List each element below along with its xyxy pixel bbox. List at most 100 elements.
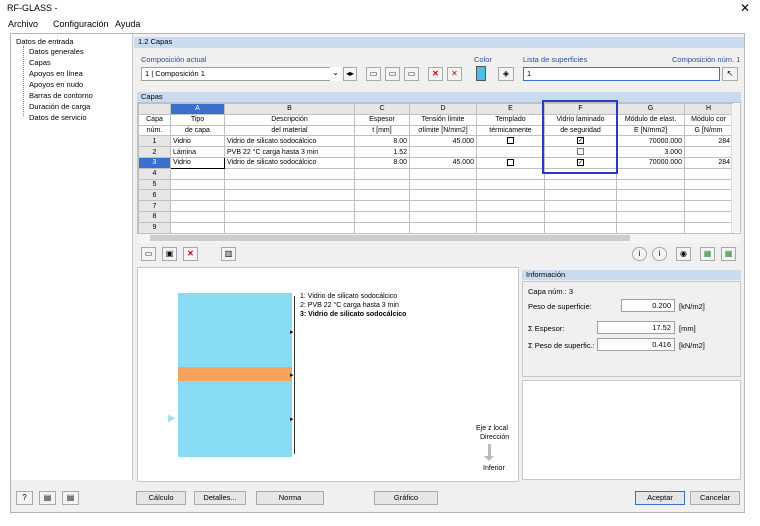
table-row[interactable]: 6 (138, 189, 733, 202)
cell-shear-modulus[interactable] (684, 210, 733, 223)
norm-button[interactable]: Norma (256, 491, 324, 505)
cell-thickness[interactable] (354, 167, 410, 180)
tempered-checkbox[interactable] (507, 137, 514, 145)
rename-composition-icon[interactable]: ▭ (404, 67, 419, 81)
cell-type[interactable]: Lámina (170, 146, 225, 158)
cell-description[interactable] (224, 178, 355, 191)
cell-tempered[interactable] (476, 167, 545, 180)
row-number[interactable]: 2 (138, 146, 171, 158)
row-number[interactable]: 5 (138, 178, 171, 191)
cell-elastic-modulus[interactable] (616, 221, 685, 233)
surface-list-input[interactable]: 1 (523, 67, 720, 81)
vertical-scrollbar[interactable] (731, 104, 740, 232)
cell-thickness[interactable] (354, 189, 410, 202)
cell-laminated[interactable] (544, 200, 617, 212)
tree-item-barras-contorno[interactable]: Barras de contorno (29, 91, 93, 100)
open-icon[interactable]: ▭ (141, 247, 156, 261)
cell-elastic-modulus[interactable] (616, 200, 685, 212)
tempered-checkbox[interactable] (507, 159, 514, 167)
cell-elastic-modulus[interactable]: 3.000 (616, 146, 685, 158)
cell-stress-limit[interactable]: 45.000 (409, 156, 477, 169)
row-number[interactable]: 4 (138, 167, 171, 180)
cell-stress-limit[interactable] (409, 167, 477, 180)
tree-item-duracion-carga[interactable]: Duración de carga (29, 102, 90, 111)
tree-item-apoyos-linea[interactable]: Apoyos en línea (29, 69, 83, 78)
menu-ayuda[interactable]: Ayuda (115, 19, 140, 29)
table-row[interactable]: 9 (138, 221, 733, 233)
cell-shear-modulus[interactable] (684, 178, 733, 191)
cell-laminated[interactable] (544, 178, 617, 191)
help-icon[interactable]: ? (16, 491, 33, 505)
cell-shear-modulus[interactable]: 284 (684, 156, 733, 169)
info-alt-icon[interactable]: i (652, 247, 667, 261)
cell-stress-limit[interactable] (409, 189, 477, 202)
cell-laminated[interactable] (544, 221, 617, 233)
prev-next-icon[interactable]: ◂▸ (343, 67, 357, 81)
select-surface-icon[interactable]: ↖ (722, 67, 738, 81)
calc-button[interactable]: Cálculo (136, 491, 186, 505)
cell-shear-modulus[interactable] (684, 189, 733, 202)
cell-type[interactable] (170, 210, 225, 223)
cell-shear-modulus[interactable] (684, 200, 733, 212)
nav-prev-icon[interactable]: ▤ (39, 491, 56, 505)
copy-composition-icon[interactable]: ▭ (385, 67, 400, 81)
composition-select[interactable]: 1 | Composición 1 (141, 67, 341, 81)
cell-thickness[interactable] (354, 210, 410, 223)
cell-thickness[interactable] (354, 221, 410, 233)
cell-stress-limit[interactable] (409, 221, 477, 233)
accept-button[interactable]: Aceptar (635, 491, 685, 505)
cell-stress-limit[interactable] (409, 178, 477, 191)
cell-type[interactable] (170, 221, 225, 233)
cell-laminated[interactable] (544, 189, 617, 202)
view-icon[interactable]: ◉ (676, 247, 691, 261)
tree-root[interactable]: Datos de entrada (16, 37, 74, 46)
row-number[interactable]: 3 (138, 156, 171, 169)
cell-tempered[interactable] (476, 210, 545, 223)
delete-all-icon[interactable]: ✕ (447, 67, 462, 81)
tree-item-capas[interactable]: Capas (29, 58, 51, 67)
table-row[interactable]: 1 Vidrio Vidrio de silicato sodocálcico 8.0… (138, 135, 733, 148)
close-icon[interactable]: ✕ (740, 1, 750, 15)
cancel-button[interactable]: Cancelar (690, 491, 740, 505)
new-composition-icon[interactable]: ▭ (366, 67, 381, 81)
cell-thickness[interactable]: 1.52 (354, 146, 410, 158)
cell-shear-modulus[interactable]: 284 (684, 135, 733, 148)
scroll-thumb[interactable] (150, 235, 630, 241)
info-icon[interactable]: i (632, 247, 647, 261)
cell-elastic-modulus[interactable] (616, 167, 685, 180)
cell-description[interactable]: Vidrio de silicato sodocálcico (224, 156, 355, 169)
cell-description[interactable] (224, 221, 355, 233)
cell-description[interactable] (224, 210, 355, 223)
chevron-down-icon[interactable]: ⌄ (330, 67, 341, 81)
cell-laminated[interactable] (544, 210, 617, 223)
cell-tempered[interactable] (476, 156, 545, 169)
cell-type[interactable] (170, 178, 225, 191)
row-number[interactable]: 8 (138, 210, 171, 223)
table-row[interactable]: 3 Vidrio Vidrio de silicato sodocálcico 8.0… (138, 156, 733, 169)
cell-thickness[interactable] (354, 178, 410, 191)
cell-thickness[interactable]: 8.00 (354, 156, 410, 169)
nav-next-icon[interactable]: ▤ (62, 491, 79, 505)
cell-description[interactable] (224, 200, 355, 212)
color-swatch[interactable] (476, 66, 486, 81)
save-icon[interactable]: ▣ (162, 247, 177, 261)
cell-elastic-modulus[interactable]: 70000.000 (616, 156, 685, 169)
cell-elastic-modulus[interactable] (616, 210, 685, 223)
import-icon[interactable]: ▦ (721, 247, 736, 261)
cell-description[interactable]: PVB 22 °C carga hasta 3 min (224, 146, 355, 158)
color-picker-icon[interactable]: ◈ (498, 67, 514, 81)
horizontal-scrollbar[interactable] (138, 234, 741, 243)
cell-type[interactable] (170, 189, 225, 202)
menu-archivo[interactable]: Archivo (8, 19, 38, 29)
details-button[interactable]: Detalles... (194, 491, 246, 505)
table-row[interactable]: 2 Lámina PVB 22 °C carga hasta 3 min 1.52 3.… (138, 146, 733, 158)
cell-elastic-modulus[interactable] (616, 189, 685, 202)
delete-composition-icon[interactable]: ✕ (428, 67, 443, 81)
cell-type[interactable]: Vidrio (170, 135, 225, 148)
table-row[interactable]: 5 (138, 178, 733, 191)
cell-stress-limit[interactable] (409, 210, 477, 223)
row-number[interactable]: 7 (138, 200, 171, 212)
menu-configuracion[interactable]: Configuración (53, 19, 109, 29)
table-row[interactable]: 8 (138, 210, 733, 223)
cell-elastic-modulus[interactable]: 70000.000 (616, 135, 685, 148)
